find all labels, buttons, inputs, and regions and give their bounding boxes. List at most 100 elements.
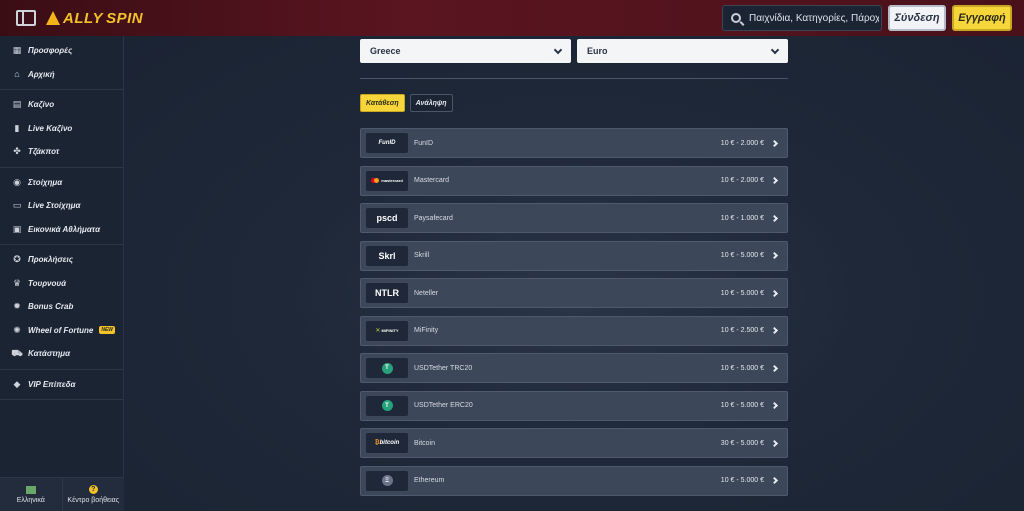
sidebar-item[interactable]: ♛ Τουρνουά: [0, 272, 123, 296]
language-label: Ελληνικά: [16, 496, 45, 504]
country-value: Greece: [370, 46, 401, 56]
search-input[interactable]: [749, 12, 879, 24]
payment-method-row[interactable]: mastercard Mastercard 10 € - 2.000 €: [360, 165, 788, 196]
sidebar-item-label: Καζίνο: [28, 100, 55, 110]
brand-logo[interactable]: ALLY SPIN: [46, 10, 143, 27]
payment-method-range: 10 € - 5.000 €: [720, 252, 764, 259]
payment-method-range: 10 € - 5.000 €: [720, 402, 764, 409]
wheel-icon: ✺: [13, 324, 21, 335]
chevron-right-icon: [770, 289, 779, 297]
sidebar-item-label: Τζάκποτ: [28, 147, 60, 157]
payment-method-row[interactable]: Ξ Ethereum 10 € - 5.000 €: [360, 465, 788, 496]
payment-logo: mastercard: [366, 170, 408, 191]
sidebar-group: ▤ Καζίνο ▮ Live Καζίνο ✤ Τζάκποτ: [0, 90, 123, 168]
sidebar-item[interactable]: ◉ Στοίχημα: [0, 171, 123, 195]
sidebar-group: ◆ VIP Επίπεδα: [0, 370, 123, 400]
payment-method-range: 10 € - 2.000 €: [720, 139, 764, 147]
chevron-down-icon: [770, 45, 780, 54]
sidebar-item[interactable]: ✪ Προκλήσεις: [0, 248, 123, 272]
payment-method-row[interactable]: FunID FunID 10 € - 2.000 €: [360, 128, 788, 158]
cart-icon: ⛟: [11, 347, 23, 358]
sidebar-item[interactable]: ▣ Εικονικά Αθλήματα: [0, 218, 123, 242]
tab-withdraw[interactable]: Ανάληψη: [409, 94, 453, 112]
sidebar-group: ✪ Προκλήσεις ♛ Τουρνουά ✹ Bonus Crab ✺ Wheel of…: [0, 245, 123, 370]
chevron-right-icon: [770, 139, 779, 147]
tab-deposit[interactable]: Κατάθεση: [360, 94, 405, 112]
sidebar-item[interactable]: ⛟ Κατάστημα: [0, 342, 123, 366]
sidebar-item-label: Live Στοίχημα: [28, 201, 81, 211]
sidebar-item[interactable]: ▭ Live Στοίχημα: [0, 194, 123, 218]
payment-method-name: FunID: [414, 139, 434, 147]
currency-value: Euro: [587, 46, 608, 56]
search-icon: [731, 13, 741, 23]
chevron-right-icon: [770, 251, 779, 260]
payment-method-name: USDTether ERC20: [414, 402, 473, 409]
sidebar-item[interactable]: ⌂ Αρχική: [0, 63, 123, 87]
login-button[interactable]: Σύνδεση: [888, 5, 946, 31]
payment-method-row[interactable]: pscd Paysafecard 10 € - 1.000 €: [360, 203, 788, 233]
currency-select[interactable]: Euro: [577, 39, 788, 63]
payment-method-row[interactable]: NTLR Neteller 10 € - 5.000 €: [360, 278, 788, 308]
payment-method-row[interactable]: T USDTether ERC20 10 € - 5.000 €: [360, 390, 788, 421]
logo-mark-icon: [46, 11, 60, 25]
payment-method-name: Neteller: [414, 289, 439, 297]
sidebar-item-label: Στοίχημα: [28, 177, 63, 187]
logo-text: mastercard: [381, 178, 403, 183]
payment-logo: ✕ MiFINITY: [366, 320, 408, 341]
sidebar-item[interactable]: ▮ Live Καζίνο: [0, 117, 123, 141]
payment-logo: ₿ bitcoin: [366, 433, 408, 453]
crab-icon: ✹: [13, 301, 21, 312]
logo-text: pscd: [376, 213, 398, 223]
diamond-icon: ◆: [13, 378, 21, 389]
sidebar-item-label: Προσφορές: [28, 46, 73, 56]
gift-icon: ▦: [12, 45, 22, 56]
country-select[interactable]: Greece: [360, 39, 571, 63]
sidebar-item[interactable]: ✹ Bonus Crab: [0, 295, 123, 319]
chevron-right-icon: [770, 214, 779, 222]
search-box[interactable]: [722, 5, 882, 31]
ethereum-icon: Ξ: [381, 475, 393, 486]
sidebar-item-label: VIP Επίπεδα: [28, 379, 76, 389]
help-center-button[interactable]: ? Κέντρο βοήθειας: [62, 478, 124, 511]
payment-method-name: Bitcoin: [414, 439, 436, 447]
logo-text-2: SPIN: [106, 9, 144, 27]
clover-icon: ✤: [13, 146, 21, 157]
new-badge: NEW: [99, 326, 115, 335]
sidebar-group: ▦ Προσφορές ⌂ Αρχική: [0, 36, 123, 90]
language-button[interactable]: Ελληνικά: [0, 478, 63, 511]
divider: [360, 78, 788, 79]
filters: Greece Euro: [360, 39, 788, 63]
chevron-right-icon: [770, 401, 779, 410]
payment-method-row[interactable]: Skrl Skrill 10 € - 5.000 €: [360, 240, 788, 271]
sidebar-item-label: Live Καζίνο: [28, 123, 73, 133]
sidebar-item[interactable]: ✺ Wheel of Fortune NEW: [0, 319, 123, 343]
sidebar-item[interactable]: ▦ Προσφορές: [0, 39, 123, 63]
slot-icon: ▤: [12, 99, 22, 110]
payment-method-name: Paysafecard: [414, 214, 453, 222]
payment-method-range: 10 € - 5.000 €: [720, 289, 764, 297]
tether-icon: T: [381, 362, 393, 374]
cards-icon: ▮: [14, 122, 20, 133]
payment-tabs: Κατάθεση Ανάληψη: [360, 94, 453, 112]
sidebar-toggle-icon[interactable]: [16, 10, 36, 26]
sidebar-item-label: Αρχική: [28, 69, 55, 79]
payment-method-name: MiFinity: [414, 327, 439, 334]
payment-method-row[interactable]: ₿ bitcoin Bitcoin 30 € - 5.000 €: [360, 428, 788, 458]
payment-method-row[interactable]: T USDTether TRC20 10 € - 5.000 €: [360, 353, 788, 383]
chevron-right-icon: [770, 364, 779, 372]
payment-method-range: 10 € - 1.000 €: [720, 214, 764, 222]
chevron-right-icon: [770, 476, 779, 485]
sidebar-footer: Ελληνικά ? Κέντρο βοήθειας: [0, 477, 124, 511]
chevron-right-icon: [770, 326, 779, 335]
sidebar: ▦ Προσφορές ⌂ Αρχική ▤ Καζίνο ▮ Live Καζίνο ✤ Τζά…: [0, 36, 124, 511]
register-button[interactable]: Εγγραφή: [952, 5, 1012, 31]
help-label: Κέντρο βοήθειας: [67, 497, 120, 504]
chevron-down-icon: [553, 45, 563, 54]
payment-methods-list: FunID FunID 10 € - 2.000 € mastercard Master…: [360, 128, 788, 503]
sidebar-item[interactable]: ✤ Τζάκποτ: [0, 140, 123, 164]
help-icon: ?: [88, 485, 98, 494]
payment-method-row[interactable]: ✕ MiFINITY MiFinity 10 € - 2.500 €: [360, 315, 788, 346]
payment-logo: T: [366, 395, 408, 416]
sidebar-item[interactable]: ▤ Καζίνο: [0, 93, 123, 117]
sidebar-item[interactable]: ◆ VIP Επίπεδα: [0, 373, 123, 397]
